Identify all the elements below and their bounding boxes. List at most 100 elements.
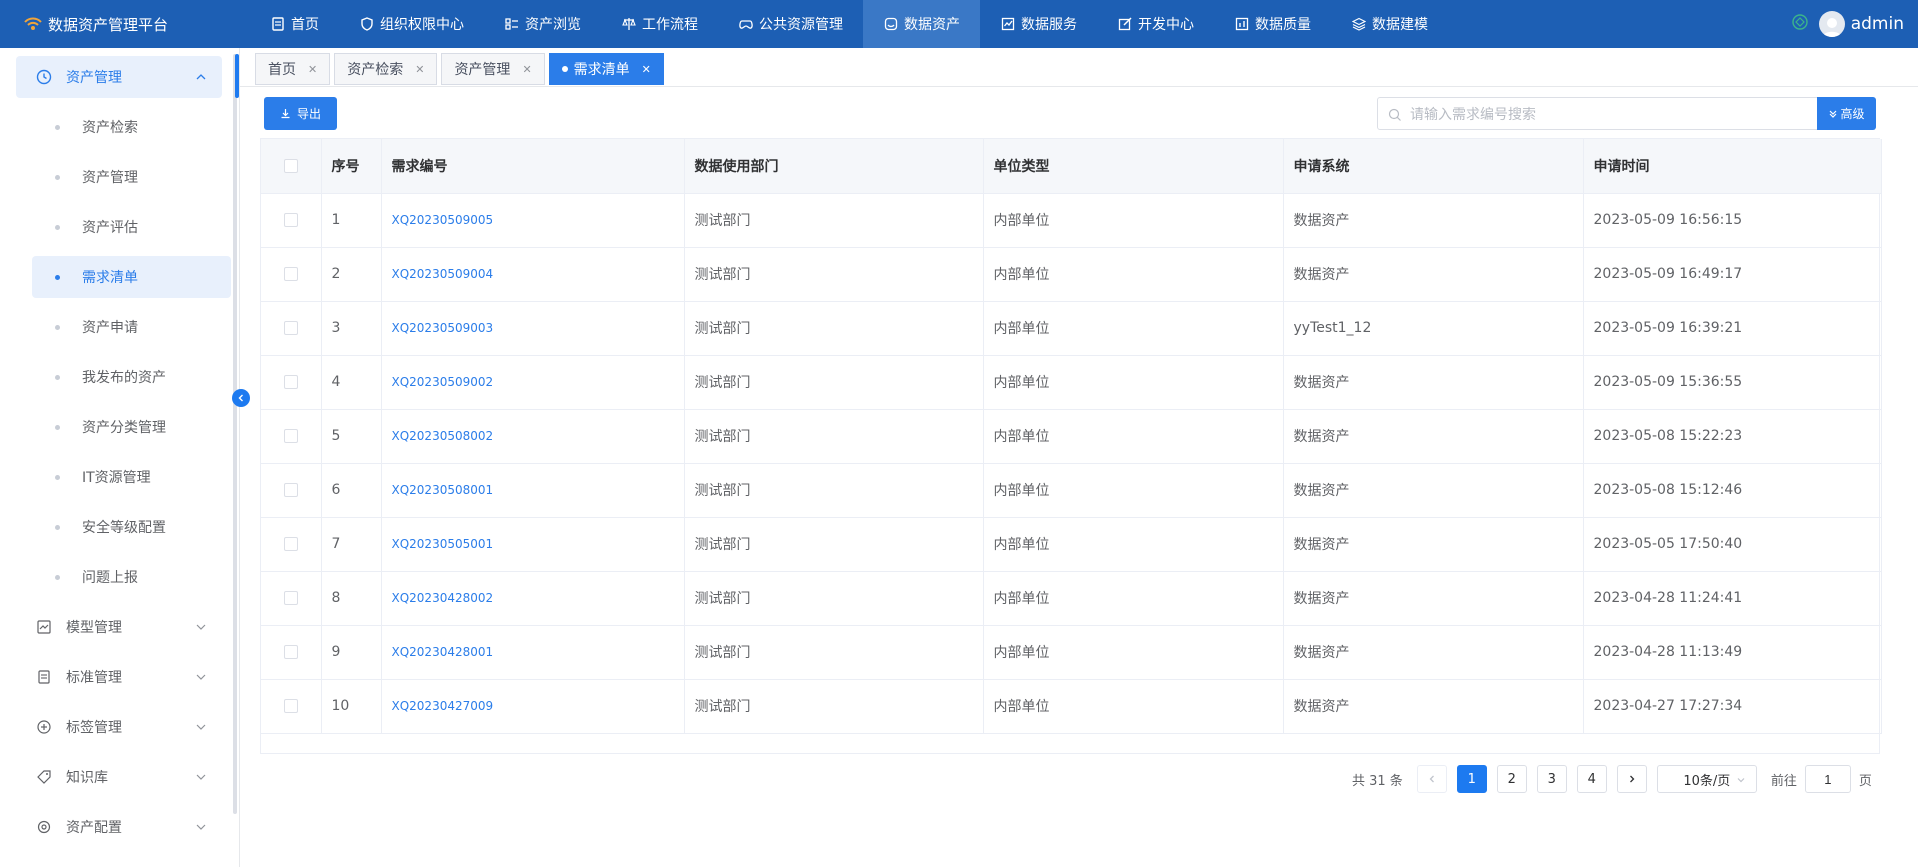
nav-item-data-modeling[interactable]: 数据建模	[1331, 0, 1448, 48]
cell-demand-code[interactable]: XQ20230509002	[381, 355, 685, 410]
sidebar-item-category-manage[interactable]: 资产分类管理	[32, 406, 231, 448]
sidebar-item-asset-evaluate[interactable]: 资产评估	[32, 206, 231, 248]
next-page-button[interactable]	[1616, 765, 1647, 793]
page-4-button[interactable]: 4	[1576, 765, 1607, 793]
close-icon[interactable]: ✕	[308, 63, 317, 76]
sidebar-item-my-published[interactable]: 我发布的资产	[32, 356, 231, 398]
sidebar-item-issue-report[interactable]: 问题上报	[32, 556, 231, 598]
row-checkbox[interactable]	[284, 537, 298, 551]
row-select-cell	[261, 409, 322, 464]
row-checkbox[interactable]	[284, 267, 298, 281]
shield-icon	[359, 16, 375, 32]
sidebar-item-asset-manage[interactable]: 资产管理	[32, 156, 231, 198]
wifi-logo-icon	[22, 13, 44, 35]
row-checkbox[interactable]	[284, 483, 298, 497]
sidebar-menu-model[interactable]: 模型管理	[16, 606, 222, 648]
close-icon[interactable]: ✕	[642, 63, 651, 76]
cell-system: 数据资产	[1283, 463, 1584, 518]
cell-demand-code[interactable]: XQ20230508001	[381, 463, 685, 518]
bullet-icon	[55, 125, 60, 130]
doc-icon	[36, 669, 52, 685]
row-checkbox[interactable]	[284, 591, 298, 605]
table-row[interactable]: 10 XQ20230427009 测试部门 内部单位 数据资产 2023-04-27 17…	[261, 679, 1882, 734]
cell-demand-code[interactable]: XQ20230427009	[381, 679, 685, 734]
cell-apply-time: 2023-05-09 16:49:17	[1583, 247, 1882, 302]
page-1-button[interactable]: 1	[1456, 765, 1487, 793]
table-row[interactable]: 5 XQ20230508002 测试部门 内部单位 数据资产 2023-05-08 15:…	[261, 409, 1882, 464]
chevron-down-icon	[194, 620, 208, 634]
theme-icon[interactable]	[1791, 13, 1809, 36]
goto-page-input[interactable]	[1804, 765, 1851, 793]
table-row[interactable]: 4 XQ20230509002 测试部门 内部单位 数据资产 2023-05-09 15:…	[261, 355, 1882, 410]
row-checkbox[interactable]	[284, 645, 298, 659]
search-icon	[1388, 107, 1402, 121]
close-icon[interactable]: ✕	[522, 63, 531, 76]
nav-item-data-quality[interactable]: 数据质量	[1214, 0, 1331, 48]
cell-demand-code[interactable]: XQ20230508002	[381, 409, 685, 464]
table-row[interactable]: 9 XQ20230428001 测试部门 内部单位 数据资产 2023-04-28 11:…	[261, 625, 1882, 680]
chevron-down-icon	[194, 820, 208, 834]
page-3-button[interactable]: 3	[1536, 765, 1567, 793]
row-checkbox[interactable]	[284, 375, 298, 389]
tab-asset-search[interactable]: 资产检索 ✕	[334, 53, 438, 85]
advanced-search-button[interactable]: 高级	[1817, 97, 1876, 130]
sidebar-menu-standard[interactable]: 标准管理	[16, 656, 222, 698]
row-select-cell	[261, 571, 322, 626]
plus-circle-icon	[36, 719, 52, 735]
sidebar-menu-asset-config[interactable]: 资产配置	[16, 806, 222, 848]
sidebar-item-demand-list[interactable]: 需求清单	[32, 256, 231, 298]
page-size-select[interactable]: 10条/页	[1656, 765, 1757, 793]
sidebar-item-asset-search[interactable]: 资产检索	[32, 106, 231, 148]
page-2-button[interactable]: 2	[1496, 765, 1527, 793]
nav-item-home[interactable]: 首页	[250, 0, 339, 48]
nav-item-dev-center[interactable]: 开发中心	[1097, 0, 1214, 48]
chevron-up-icon	[194, 70, 208, 84]
demand-search-input[interactable]	[1377, 97, 1818, 130]
cell-index: 10	[321, 679, 382, 734]
table-row[interactable]: 3 XQ20230509003 测试部门 内部单位 yyTest1_12 2023-05-…	[261, 301, 1882, 356]
sidebar-item-security-level[interactable]: 安全等级配置	[32, 506, 231, 548]
table-row[interactable]: 8 XQ20230428002 测试部门 内部单位 数据资产 2023-04-28 11:…	[261, 571, 1882, 626]
nav-item-data-assets[interactable]: 数据资产	[863, 0, 980, 48]
row-checkbox[interactable]	[284, 213, 298, 227]
cell-demand-code[interactable]: XQ20230428001	[381, 625, 685, 680]
table-row[interactable]: 1 XQ20230509005 测试部门 内部单位 数据资产 2023-05-09 16:…	[261, 193, 1882, 248]
select-all-checkbox[interactable]	[284, 158, 298, 173]
cell-demand-code[interactable]: XQ20230509003	[381, 301, 685, 356]
sidebar-menu-knowledge[interactable]: 知识库	[16, 756, 222, 798]
sidebar-menu-tags[interactable]: 标签管理	[16, 706, 222, 748]
collapse-sidebar-button[interactable]	[232, 389, 250, 407]
avatar[interactable]	[1818, 11, 1845, 37]
row-checkbox[interactable]	[284, 429, 298, 443]
cell-demand-code[interactable]: XQ20230505001	[381, 517, 685, 572]
sidebar-item-it-resource[interactable]: IT资源管理	[32, 456, 231, 498]
nav-item-public-resource[interactable]: 公共资源管理	[718, 0, 863, 48]
sidebar-scrollbar-track[interactable]	[233, 54, 237, 814]
sidebar-group-asset-management[interactable]: 资产管理	[16, 56, 222, 98]
prev-page-button[interactable]	[1416, 765, 1447, 793]
bullet-icon	[55, 525, 60, 530]
sidebar-item-asset-apply[interactable]: 资产申请	[32, 306, 231, 348]
table-row[interactable]: 7 XQ20230505001 测试部门 内部单位 数据资产 2023-05-05 17:…	[261, 517, 1882, 572]
nav-item-browse[interactable]: 资产浏览	[484, 0, 601, 48]
tab-demand-list[interactable]: 需求清单 ✕	[548, 53, 664, 85]
export-button[interactable]: 导出	[264, 97, 337, 130]
tab-home[interactable]: 首页 ✕	[255, 53, 331, 85]
cell-demand-code[interactable]: XQ20230509004	[381, 247, 685, 302]
cell-demand-code[interactable]: XQ20230509005	[381, 193, 685, 248]
nav-item-workflow[interactable]: 工作流程	[601, 0, 718, 48]
nav-item-org[interactable]: 组织权限中心	[339, 0, 484, 48]
username[interactable]: admin	[1851, 14, 1904, 34]
tab-asset-manage[interactable]: 资产管理 ✕	[441, 53, 545, 85]
table-row[interactable]: 6 XQ20230508001 测试部门 内部单位 数据资产 2023-05-08 15:…	[261, 463, 1882, 518]
table-row[interactable]: 2 XQ20230509004 测试部门 内部单位 数据资产 2023-05-09 16:…	[261, 247, 1882, 302]
row-checkbox[interactable]	[284, 699, 298, 713]
nav-item-data-service[interactable]: 数据服务	[980, 0, 1097, 48]
close-icon[interactable]: ✕	[415, 63, 424, 76]
chevron-down-icon	[1736, 774, 1746, 789]
cell-demand-code[interactable]: XQ20230428002	[381, 571, 685, 626]
brand[interactable]: 数据资产管理平台	[0, 0, 250, 48]
sidebar: 资产管理 资产检索 资产管理 资产评估 需求清单 资产申请 我发布的资产 资产分…	[0, 48, 233, 867]
row-checkbox[interactable]	[284, 321, 298, 335]
list-icon	[504, 16, 520, 32]
